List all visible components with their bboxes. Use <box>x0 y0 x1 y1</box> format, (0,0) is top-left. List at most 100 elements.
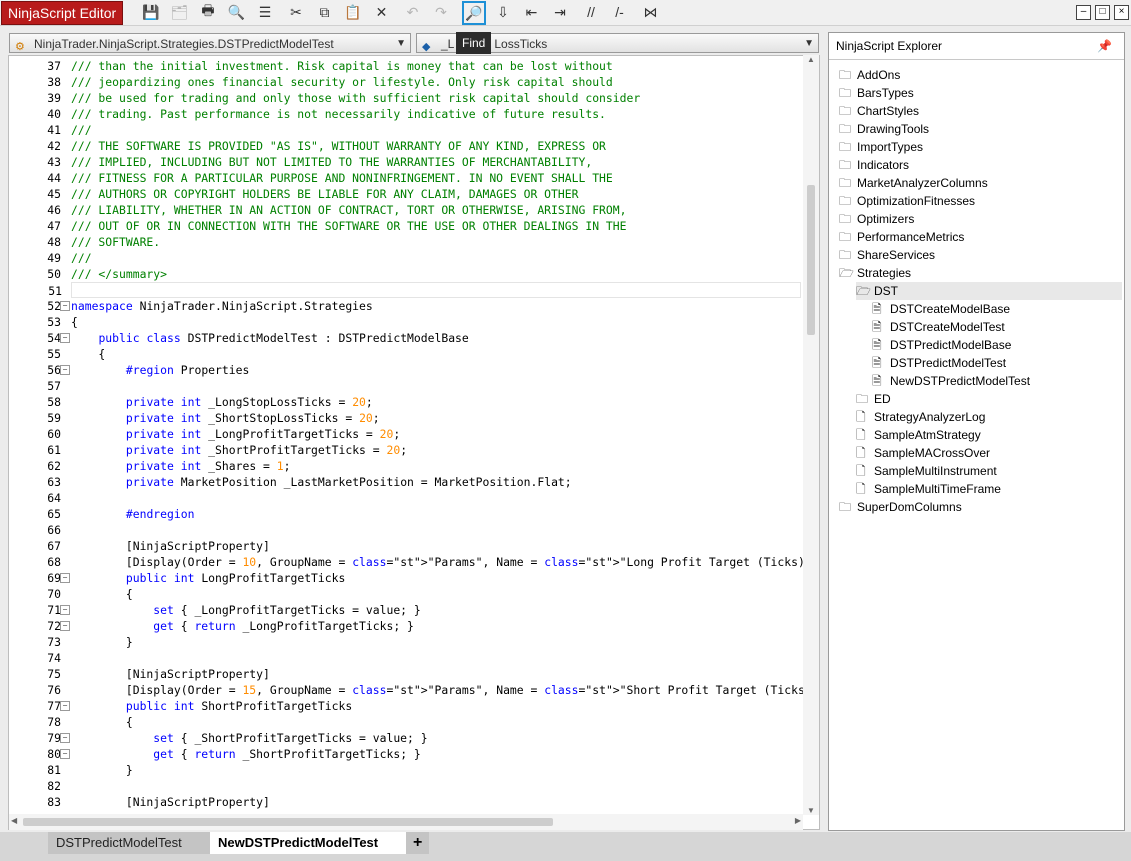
tree-item[interactable]: 🗀 ImportTypes <box>839 138 923 156</box>
code-line[interactable]: 75 [NinjaScriptProperty] <box>9 666 804 682</box>
code-line[interactable]: 43 /// IMPLIED, INCLUDING BUT NOT LIMITED… <box>9 154 804 170</box>
maximize-button[interactable]: □ <box>1095 5 1110 20</box>
tree-item[interactable]: 🗎 DSTPredictModelBase <box>872 336 1011 354</box>
code-line[interactable]: 72− get { return _LongProfitTargetTicks;… <box>9 618 804 634</box>
tree-item[interactable]: 🗋 StrategyAnalyzerLog <box>856 408 985 426</box>
properties-icon[interactable]: ☰ <box>255 3 275 21</box>
tree-item[interactable]: 🗀 ShareServices <box>839 246 935 264</box>
tree-item[interactable]: 🗎 NewDSTPredictModelTest <box>872 372 1030 390</box>
indent-icon[interactable]: ⇥ <box>550 3 570 21</box>
editor-horizontal-scrollbar[interactable]: ◀ ▶ <box>9 814 803 830</box>
editor-vertical-scrollbar[interactable]: ▲ ▼ <box>803 55 819 815</box>
tree-item[interactable]: 🗀 Indicators <box>839 156 909 174</box>
code-line[interactable]: 44 /// FITNESS FOR A PARTICULAR PURPOSE A… <box>9 170 804 186</box>
save-icon[interactable]: 💾 <box>141 3 161 21</box>
code-line[interactable]: 57 <box>9 378 804 394</box>
tree-item[interactable]: 🗀 Optimizers <box>839 210 914 228</box>
code-line[interactable]: 53 { <box>9 314 804 330</box>
pin-icon[interactable]: 📌 <box>1097 39 1112 53</box>
add-tab-button[interactable]: + <box>406 832 430 854</box>
outdent-icon[interactable]: ⇤ <box>522 3 542 21</box>
code-line[interactable]: 70 { <box>9 586 804 602</box>
tree-item[interactable]: 🗋 SampleMultiTimeFrame <box>856 480 1001 498</box>
fold-toggle-icon[interactable]: − <box>60 701 70 711</box>
compile-icon[interactable]: ⇩ <box>493 3 513 21</box>
code-line[interactable]: 42 /// THE SOFTWARE IS PROVIDED "AS IS", … <box>9 138 804 154</box>
code-line[interactable]: 45 /// AUTHORS OR COPYRIGHT HOLDERS BE LI… <box>9 186 804 202</box>
code-line[interactable]: 63 private MarketPosition _LastMarketPos… <box>9 474 804 490</box>
code-line[interactable]: 77− public int ShortProfitTargetTicks <box>9 698 804 714</box>
tree-item[interactable]: 🗀 BarsTypes <box>839 84 914 102</box>
code-line[interactable]: 52− namespace NinjaTrader.NinjaScript.Str… <box>9 298 804 314</box>
code-line[interactable]: 60 private int _LongProfitTargetTicks = … <box>9 426 804 442</box>
code-line[interactable]: 59 private int _ShortStopLossTicks = 20; <box>9 410 804 426</box>
code-line[interactable]: 66 <box>9 522 804 538</box>
tree-item[interactable]: 🗀 PerformanceMetrics <box>839 228 964 246</box>
code-line[interactable]: 38 /// jeopardizing ones financial securi… <box>9 74 804 90</box>
fold-toggle-icon[interactable]: − <box>60 573 70 583</box>
cut-icon[interactable]: ✂ <box>286 3 306 21</box>
code-line[interactable]: 47 /// OUT OF OR IN CONNECTION WITH THE S… <box>9 218 804 234</box>
code-line[interactable]: 83 [NinjaScriptProperty] <box>9 794 804 810</box>
delete-icon[interactable]: ✕ <box>372 3 392 21</box>
code-line[interactable]: 73 } <box>9 634 804 650</box>
code-line[interactable]: 62 private int _Shares = 1; <box>9 458 804 474</box>
tree-item[interactable]: 🗀 ED <box>856 390 891 408</box>
code-line[interactable]: 49 /// <box>9 250 804 266</box>
close-window-button[interactable]: × <box>1114 5 1129 20</box>
tree-item[interactable]: 🗁 Strategies <box>839 264 911 282</box>
code-line[interactable]: 69− public int LongProfitTargetTicks <box>9 570 804 586</box>
fold-toggle-icon[interactable]: − <box>60 749 70 759</box>
copy-icon[interactable]: ⧉ <box>315 3 335 21</box>
code-line[interactable]: 48 /// SOFTWARE. <box>9 234 804 250</box>
fold-toggle-icon[interactable]: − <box>60 733 70 743</box>
code-line[interactable]: 51 <box>48 282 801 298</box>
code-line[interactable]: 74 <box>9 650 804 666</box>
fold-toggle-icon[interactable]: − <box>60 621 70 631</box>
tree-item[interactable]: 🗁 DST <box>856 282 1122 300</box>
editor-tab[interactable]: DSTPredictModelTest <box>48 832 210 854</box>
tree-item[interactable]: 🗀 SuperDomColumns <box>839 498 962 516</box>
code-line[interactable]: 76 [Display(Order = 15, GroupName = clas… <box>9 682 819 698</box>
tree-item[interactable]: 🗀 MarketAnalyzerColumns <box>839 174 988 192</box>
code-line[interactable]: 64 <box>9 490 804 506</box>
tree-item[interactable]: 🗋 SampleMACrossOver <box>856 444 990 462</box>
code-line[interactable]: 54− public class DSTPredictModelTest : D… <box>9 330 804 346</box>
code-editor[interactable]: 37 /// than the initial investment. Risk … <box>8 55 820 830</box>
code-line[interactable]: 81 } <box>9 762 804 778</box>
code-line[interactable]: 41 /// <box>9 122 804 138</box>
code-line[interactable]: 56− #region Properties <box>9 362 804 378</box>
code-line[interactable]: 50 /// </summary> <box>9 266 804 282</box>
tree-item[interactable]: 🗎 DSTCreateModelTest <box>872 318 1005 336</box>
code-line[interactable]: 78 { <box>9 714 804 730</box>
code-line[interactable]: 65 #endregion <box>9 506 804 522</box>
fold-toggle-icon[interactable]: − <box>60 333 70 343</box>
fold-toggle-icon[interactable]: − <box>60 301 70 311</box>
uncomment-icon[interactable]: /- <box>610 3 630 21</box>
scroll-down-icon[interactable]: ▼ <box>803 806 819 815</box>
tree-item[interactable]: 🗀 AddOns <box>839 66 900 84</box>
tree-item[interactable]: 🗋 SampleAtmStrategy <box>856 426 981 444</box>
scroll-right-icon[interactable]: ▶ <box>795 816 801 825</box>
fold-toggle-icon[interactable]: − <box>60 605 70 615</box>
tree-item[interactable]: 🗎 DSTCreateModelBase <box>872 300 1010 318</box>
code-line[interactable]: 37 /// than the initial investment. Risk … <box>9 58 804 74</box>
print-preview-icon[interactable]: 🔍 <box>227 3 247 21</box>
editor-tab[interactable]: NewDSTPredictModelTest <box>210 832 406 854</box>
scroll-left-icon[interactable]: ◀ <box>11 816 17 825</box>
code-line[interactable]: 67 [NinjaScriptProperty] <box>9 538 804 554</box>
code-line[interactable]: 55 { <box>9 346 804 362</box>
print-icon[interactable]: 🖶 <box>198 2 218 21</box>
scroll-up-icon[interactable]: ▲ <box>803 55 819 64</box>
code-line[interactable]: 79− set { _ShortProfitTargetTicks = valu… <box>9 730 804 746</box>
code-line[interactable]: 39 /// be used for trading and only those… <box>9 90 804 106</box>
code-line[interactable]: 68 [Display(Order = 10, GroupName = clas… <box>9 554 818 570</box>
code-line[interactable]: 61 private int _ShortProfitTargetTicks =… <box>9 442 804 458</box>
code-line[interactable]: 46 /// LIABILITY, WHETHER IN AN ACTION OF… <box>9 202 804 218</box>
code-line[interactable]: 40 /// trading. Past performance is not n… <box>9 106 804 122</box>
code-line[interactable]: 58 private int _LongStopLossTicks = 20; <box>9 394 804 410</box>
tree-item[interactable]: 🗋 SampleMultiInstrument <box>856 462 997 480</box>
vertical-scroll-thumb[interactable] <box>807 185 815 335</box>
undo-icon[interactable]: ↶ <box>403 3 423 21</box>
fold-toggle-icon[interactable]: − <box>60 365 70 375</box>
